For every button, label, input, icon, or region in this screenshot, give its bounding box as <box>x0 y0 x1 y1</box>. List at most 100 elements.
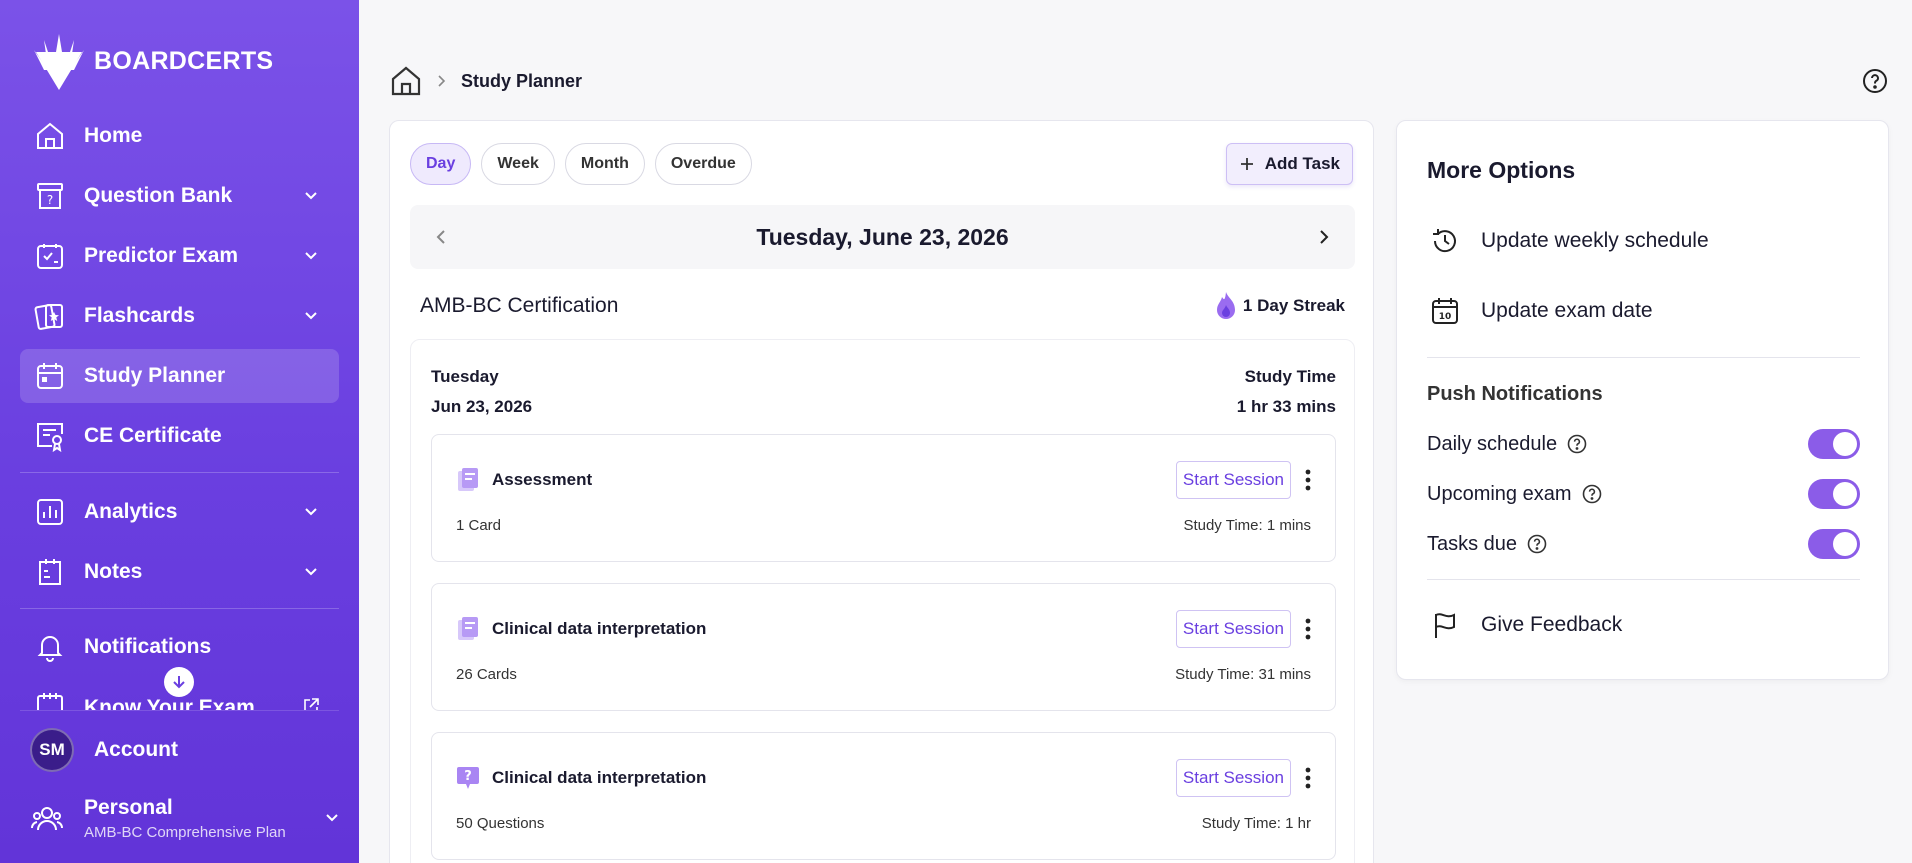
tasks-due-toggle[interactable] <box>1808 529 1860 559</box>
sidebar-item-label: Analytics <box>84 500 178 523</box>
day-name: Tuesday <box>431 367 499 386</box>
toggle-label: Daily schedule <box>1427 432 1558 455</box>
add-task-label: Add Task <box>1264 154 1340 173</box>
more-options-icon[interactable] <box>1295 763 1321 793</box>
certification-row: AMB-BC Certification 1 Day Streak <box>420 291 1345 321</box>
tab-day[interactable]: Day <box>410 143 472 185</box>
sidebar-item-label: Know Your Exam <box>84 696 255 710</box>
question-icon: ? <box>457 767 479 789</box>
flashcard-icon <box>458 617 478 640</box>
start-session-button[interactable]: Start Session <box>1175 610 1291 648</box>
flashcard-icon <box>458 468 478 491</box>
sidebar-item-label: Flashcards <box>84 304 195 327</box>
tab-overdue[interactable]: Overdue <box>654 143 752 185</box>
sidebar-item-study-planner[interactable]: Study Planner <box>20 349 339 403</box>
toggle-knob <box>1833 432 1857 456</box>
plan-name: Personal <box>84 796 173 819</box>
sidebar-divider <box>20 472 339 473</box>
avatar: SM <box>30 728 74 772</box>
chevron-down-icon[interactable] <box>325 810 339 828</box>
brand-name: BOARDCERTS <box>94 46 274 75</box>
boardcerts-logo-icon <box>34 34 84 90</box>
push-notifications-title: Push Notifications <box>1427 383 1603 405</box>
chevron-down-icon[interactable] <box>301 502 321 522</box>
flashcards-icon <box>32 298 68 334</box>
more-options-icon[interactable] <box>1295 465 1321 495</box>
more-options-title: More Options <box>1427 157 1576 183</box>
chevron-left-icon[interactable] <box>434 228 448 246</box>
task-card: Assessment Start Session 1 Card Study Ti… <box>431 434 1336 562</box>
streak-label: 1 Day Streak <box>1242 296 1345 315</box>
give-feedback-option[interactable]: Give Feedback <box>1427 607 1622 643</box>
toggle-row-daily-schedule: Daily schedule <box>1427 429 1860 459</box>
task-study-time: Study Time: 1 hr <box>1201 815 1311 832</box>
more-options-card: More Options Update weekly schedule 10 U… <box>1396 120 1889 680</box>
update-exam-date-option[interactable]: 10 Update exam date <box>1427 293 1653 329</box>
sidebar-item-question-bank[interactable]: ? Question Bank <box>20 169 339 223</box>
sidebar-item-label: Home <box>84 124 143 147</box>
task-card: Clinical data interpretation Start Sessi… <box>431 583 1336 711</box>
options-divider <box>1427 357 1860 358</box>
task-study-time: Study Time: 31 mins <box>1175 666 1311 683</box>
account-menu[interactable]: SM Account <box>30 728 178 772</box>
calendar-date-icon: 10 <box>1427 293 1463 329</box>
streak-badge: 1 Day Streak <box>1215 291 1345 321</box>
sidebar-item-home[interactable]: Home <box>20 109 339 163</box>
sidebar-item-ce-certificate[interactable]: CE Certificate <box>20 409 339 463</box>
sidebar-item-notifications[interactable]: Notifications <box>20 620 339 674</box>
home-icon <box>32 118 68 154</box>
upcoming-exam-toggle[interactable] <box>1808 479 1860 509</box>
option-label: Update exam date <box>1481 299 1653 322</box>
calendar-icon <box>32 358 68 394</box>
certificate-icon <box>32 418 68 454</box>
sidebar: BOARDCERTS Home ? Question Bank Predicto… <box>0 0 359 863</box>
task-count: 1 Card <box>456 517 502 534</box>
tab-month[interactable]: Month <box>564 143 645 185</box>
options-divider <box>1427 579 1860 580</box>
day-date: Jun 23, 2026 <box>431 397 533 416</box>
toggle-knob <box>1833 482 1857 506</box>
chevron-down-icon[interactable] <box>301 246 321 266</box>
chevron-down-icon[interactable] <box>301 186 321 206</box>
svg-text:?: ? <box>464 769 472 784</box>
plan-switcher[interactable]: Personal AMB-BC Comprehensive Plan <box>30 796 339 841</box>
task-count: 50 Questions <box>456 815 545 832</box>
sidebar-item-label: Notifications <box>84 635 212 658</box>
breadcrumb: Study Planner <box>389 64 582 98</box>
account-label: Account <box>94 738 178 761</box>
task-name: Clinical data interpretation <box>492 768 707 787</box>
chevron-down-icon[interactable] <box>301 306 321 326</box>
question-bank-icon: ? <box>32 178 68 214</box>
external-link-icon[interactable] <box>301 696 321 710</box>
sidebar-item-analytics[interactable]: Analytics <box>20 485 339 539</box>
help-icon[interactable] <box>1527 534 1547 554</box>
sidebar-divider <box>20 710 339 711</box>
day-summary: Tuesday Jun 23, 2026 Study Time 1 hr 33 … <box>410 339 1355 863</box>
more-options-icon[interactable] <box>1295 614 1321 644</box>
study-time-value: 1 hr 33 mins <box>1236 397 1336 416</box>
planner-card: Day Week Month Overdue Add Task Tuesday,… <box>389 120 1374 863</box>
toggle-row-upcoming-exam: Upcoming exam <box>1427 479 1860 509</box>
toggle-knob <box>1833 532 1857 556</box>
scroll-down-button[interactable] <box>164 667 194 697</box>
tab-week[interactable]: Week <box>481 143 555 185</box>
flame-icon <box>1216 292 1235 319</box>
sidebar-item-predictor-exam[interactable]: Predictor Exam <box>20 229 339 283</box>
brand-logo[interactable]: BOARDCERTS <box>30 30 273 92</box>
help-icon[interactable] <box>1862 68 1888 94</box>
add-task-button[interactable]: Add Task <box>1225 143 1353 185</box>
start-session-button[interactable]: Start Session <box>1175 461 1291 499</box>
task-name: Clinical data interpretation <box>492 619 707 638</box>
chevron-right-icon[interactable] <box>1317 228 1331 246</box>
help-icon[interactable] <box>1582 484 1602 504</box>
chevron-down-icon[interactable] <box>301 562 321 582</box>
sidebar-item-flashcards[interactable]: Flashcards <box>20 289 339 343</box>
update-weekly-schedule-option[interactable]: Update weekly schedule <box>1427 223 1709 259</box>
plan-description: AMB-BC Comprehensive Plan <box>84 824 286 841</box>
bell-icon <box>32 629 68 665</box>
help-icon[interactable] <box>1567 434 1587 454</box>
sidebar-item-notes[interactable]: Notes <box>20 545 339 599</box>
start-session-button[interactable]: Start Session <box>1175 759 1291 797</box>
home-icon[interactable] <box>389 64 423 98</box>
daily-schedule-toggle[interactable] <box>1808 429 1860 459</box>
